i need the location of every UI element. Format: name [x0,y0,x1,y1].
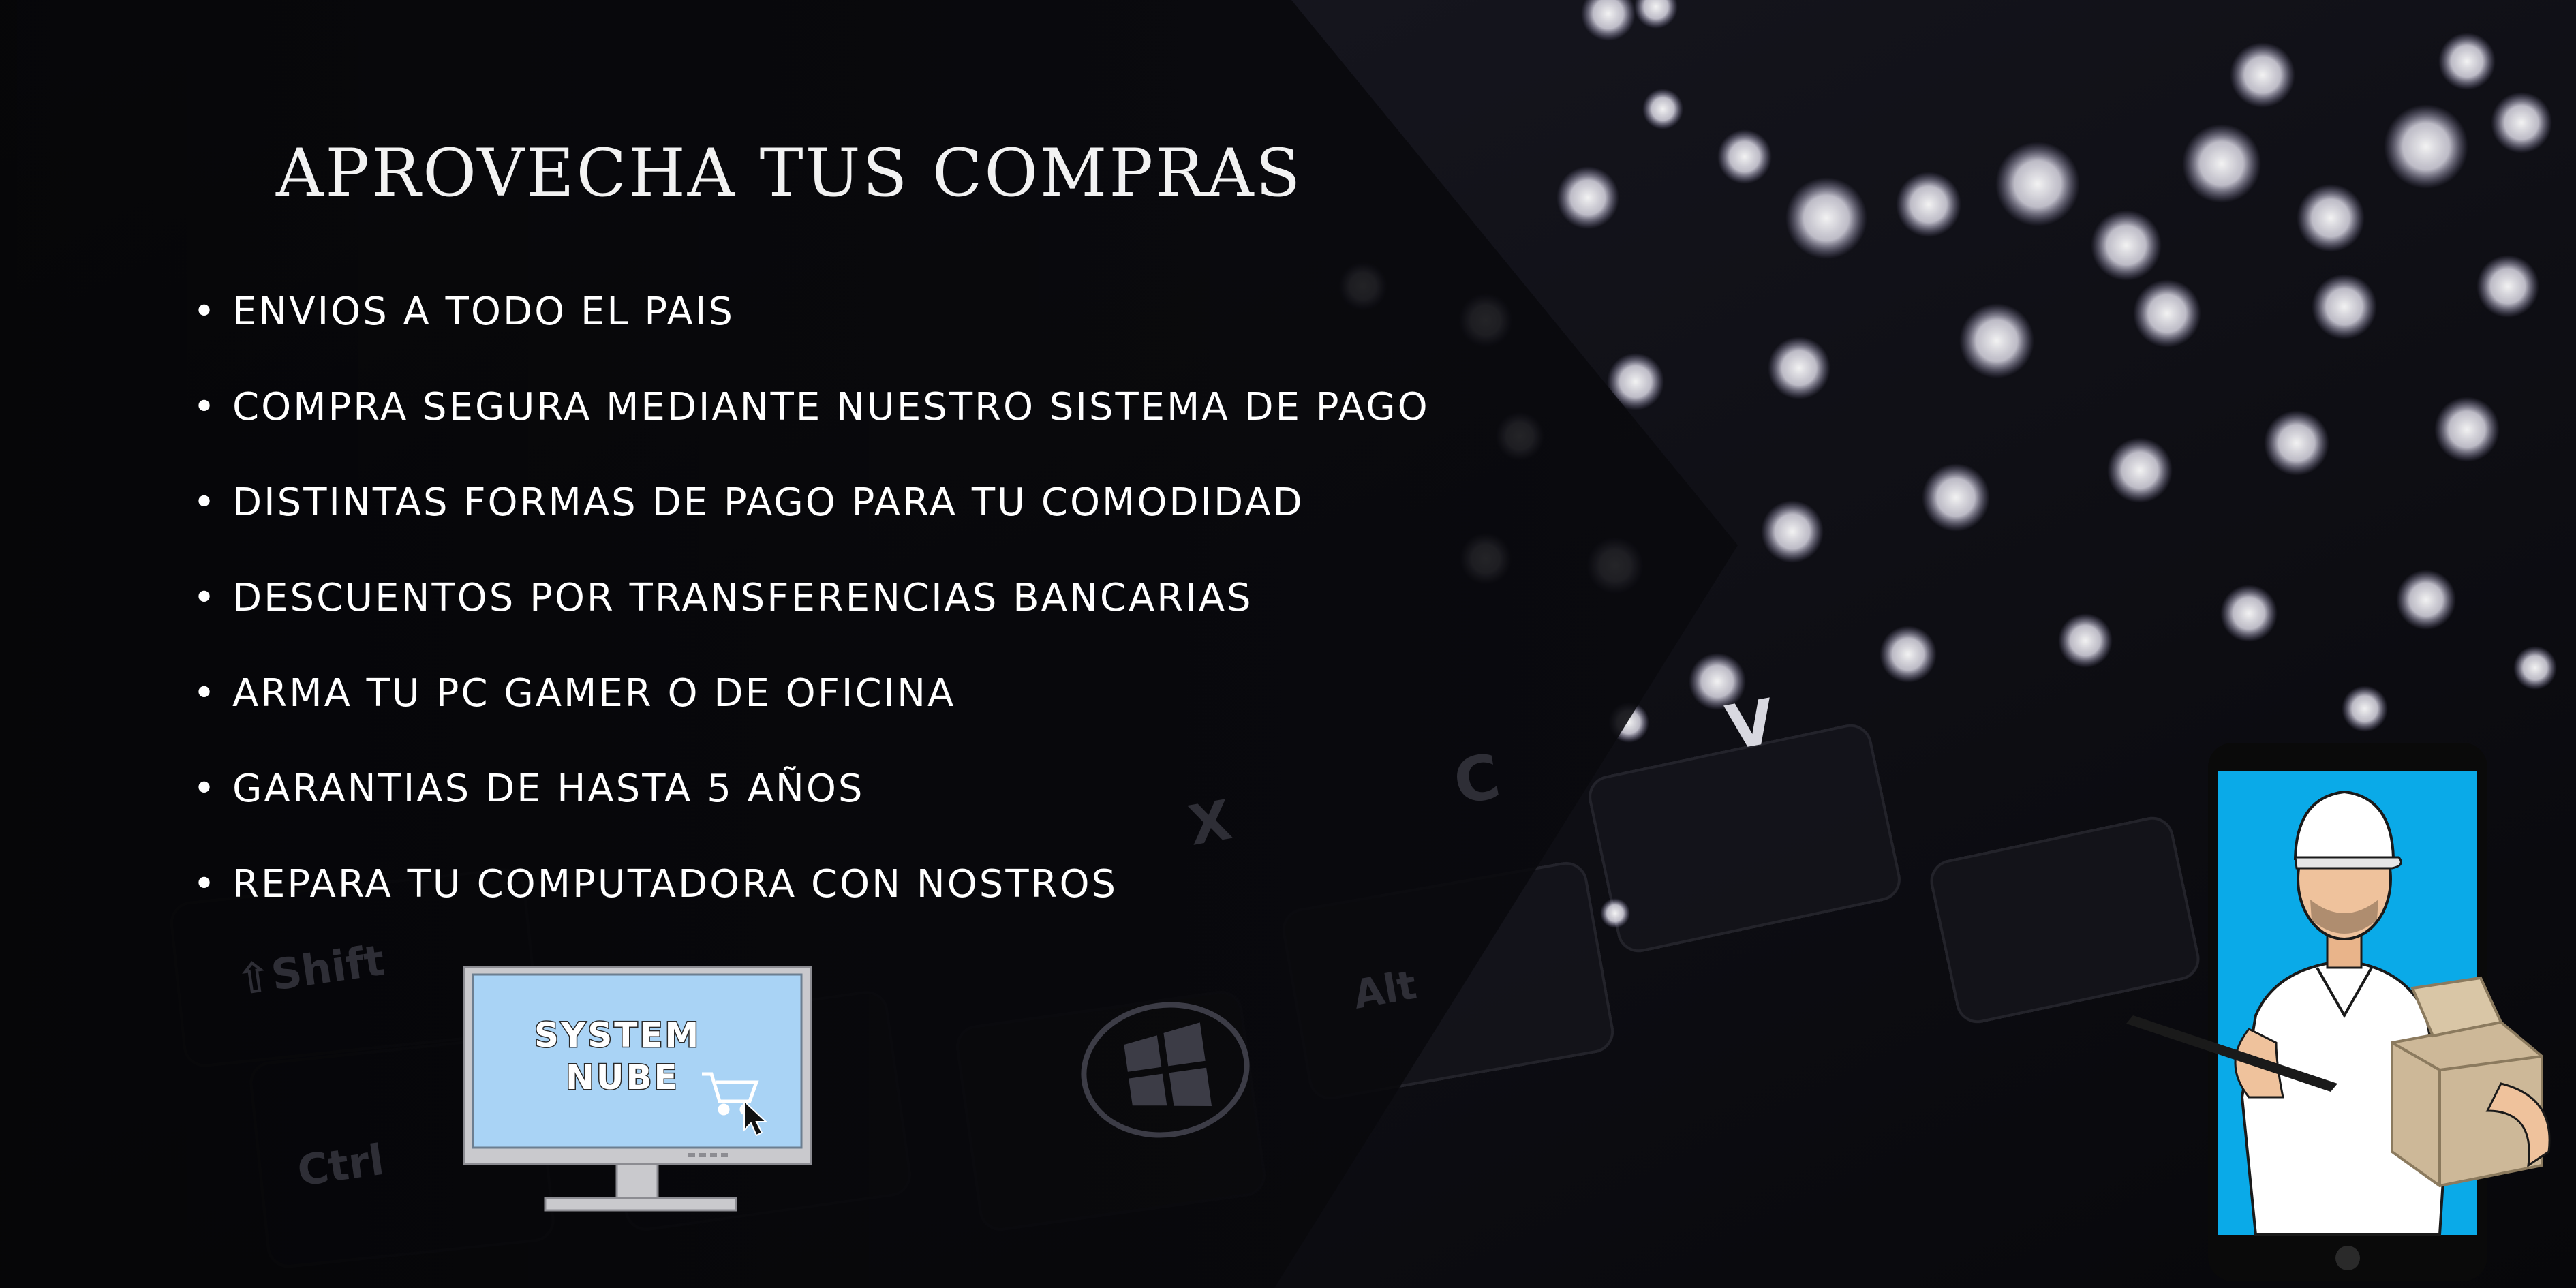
delivery-man-phone-illustration [2126,743,2551,1281]
monitor-base [544,1197,737,1212]
bullet-icon: • [193,767,218,811]
feature-text: ENVIOS A TODO EL PAIS [232,290,735,334]
logo-line1: SYSTEM [534,1015,701,1055]
feature-text: DISTINTAS FORMAS DE PAGO PARA TU COMODID… [232,480,1304,525]
system-nube-logo: SYSTEM NUBE [463,966,812,1212]
bullet-icon: • [193,671,218,716]
feature-item: • GARANTIAS DE HASTA 5 AÑOS [193,762,1430,857]
bullet-icon: • [193,576,218,620]
feature-text: GARANTIAS DE HASTA 5 AÑOS [232,767,865,811]
feature-item: • REPARA TU COMPUTADORA CON NOSTROS [193,857,1430,953]
phone-home-button [2335,1246,2360,1270]
feature-item: • ENVIOS A TODO EL PAIS [193,285,1430,380]
feature-text: DESCUENTOS POR TRANSFERENCIAS BANCARIAS [232,576,1253,620]
feature-item: • ARMA TU PC GAMER O DE OFICINA [193,666,1430,762]
feature-item: • DESCUENTOS POR TRANSFERENCIAS BANCARIAS [193,571,1430,666]
monitor-neck [615,1163,659,1199]
feature-list: • ENVIOS A TODO EL PAIS • COMPRA SEGURA ME… [193,285,1430,953]
logo-line2: NUBE [566,1058,679,1097]
feature-text: ARMA TU PC GAMER O DE OFICINA [232,671,956,716]
headline: APROVECHA TUS COMPRAS [276,135,1303,211]
feature-item: • COMPRA SEGURA MEDIANTE NUESTRO SISTEMA … [193,380,1430,476]
bullet-icon: • [193,480,218,525]
bullet-icon: • [193,290,218,334]
feature-text: REPARA TU COMPUTADORA CON NOSTROS [232,862,1118,906]
feature-item: • DISTINTAS FORMAS DE PAGO PARA TU COMODI… [193,476,1430,571]
bullet-icon: • [193,862,218,906]
bullet-icon: • [193,385,218,429]
feature-text: COMPRA SEGURA MEDIANTE NUESTRO SISTEMA D… [232,385,1430,429]
